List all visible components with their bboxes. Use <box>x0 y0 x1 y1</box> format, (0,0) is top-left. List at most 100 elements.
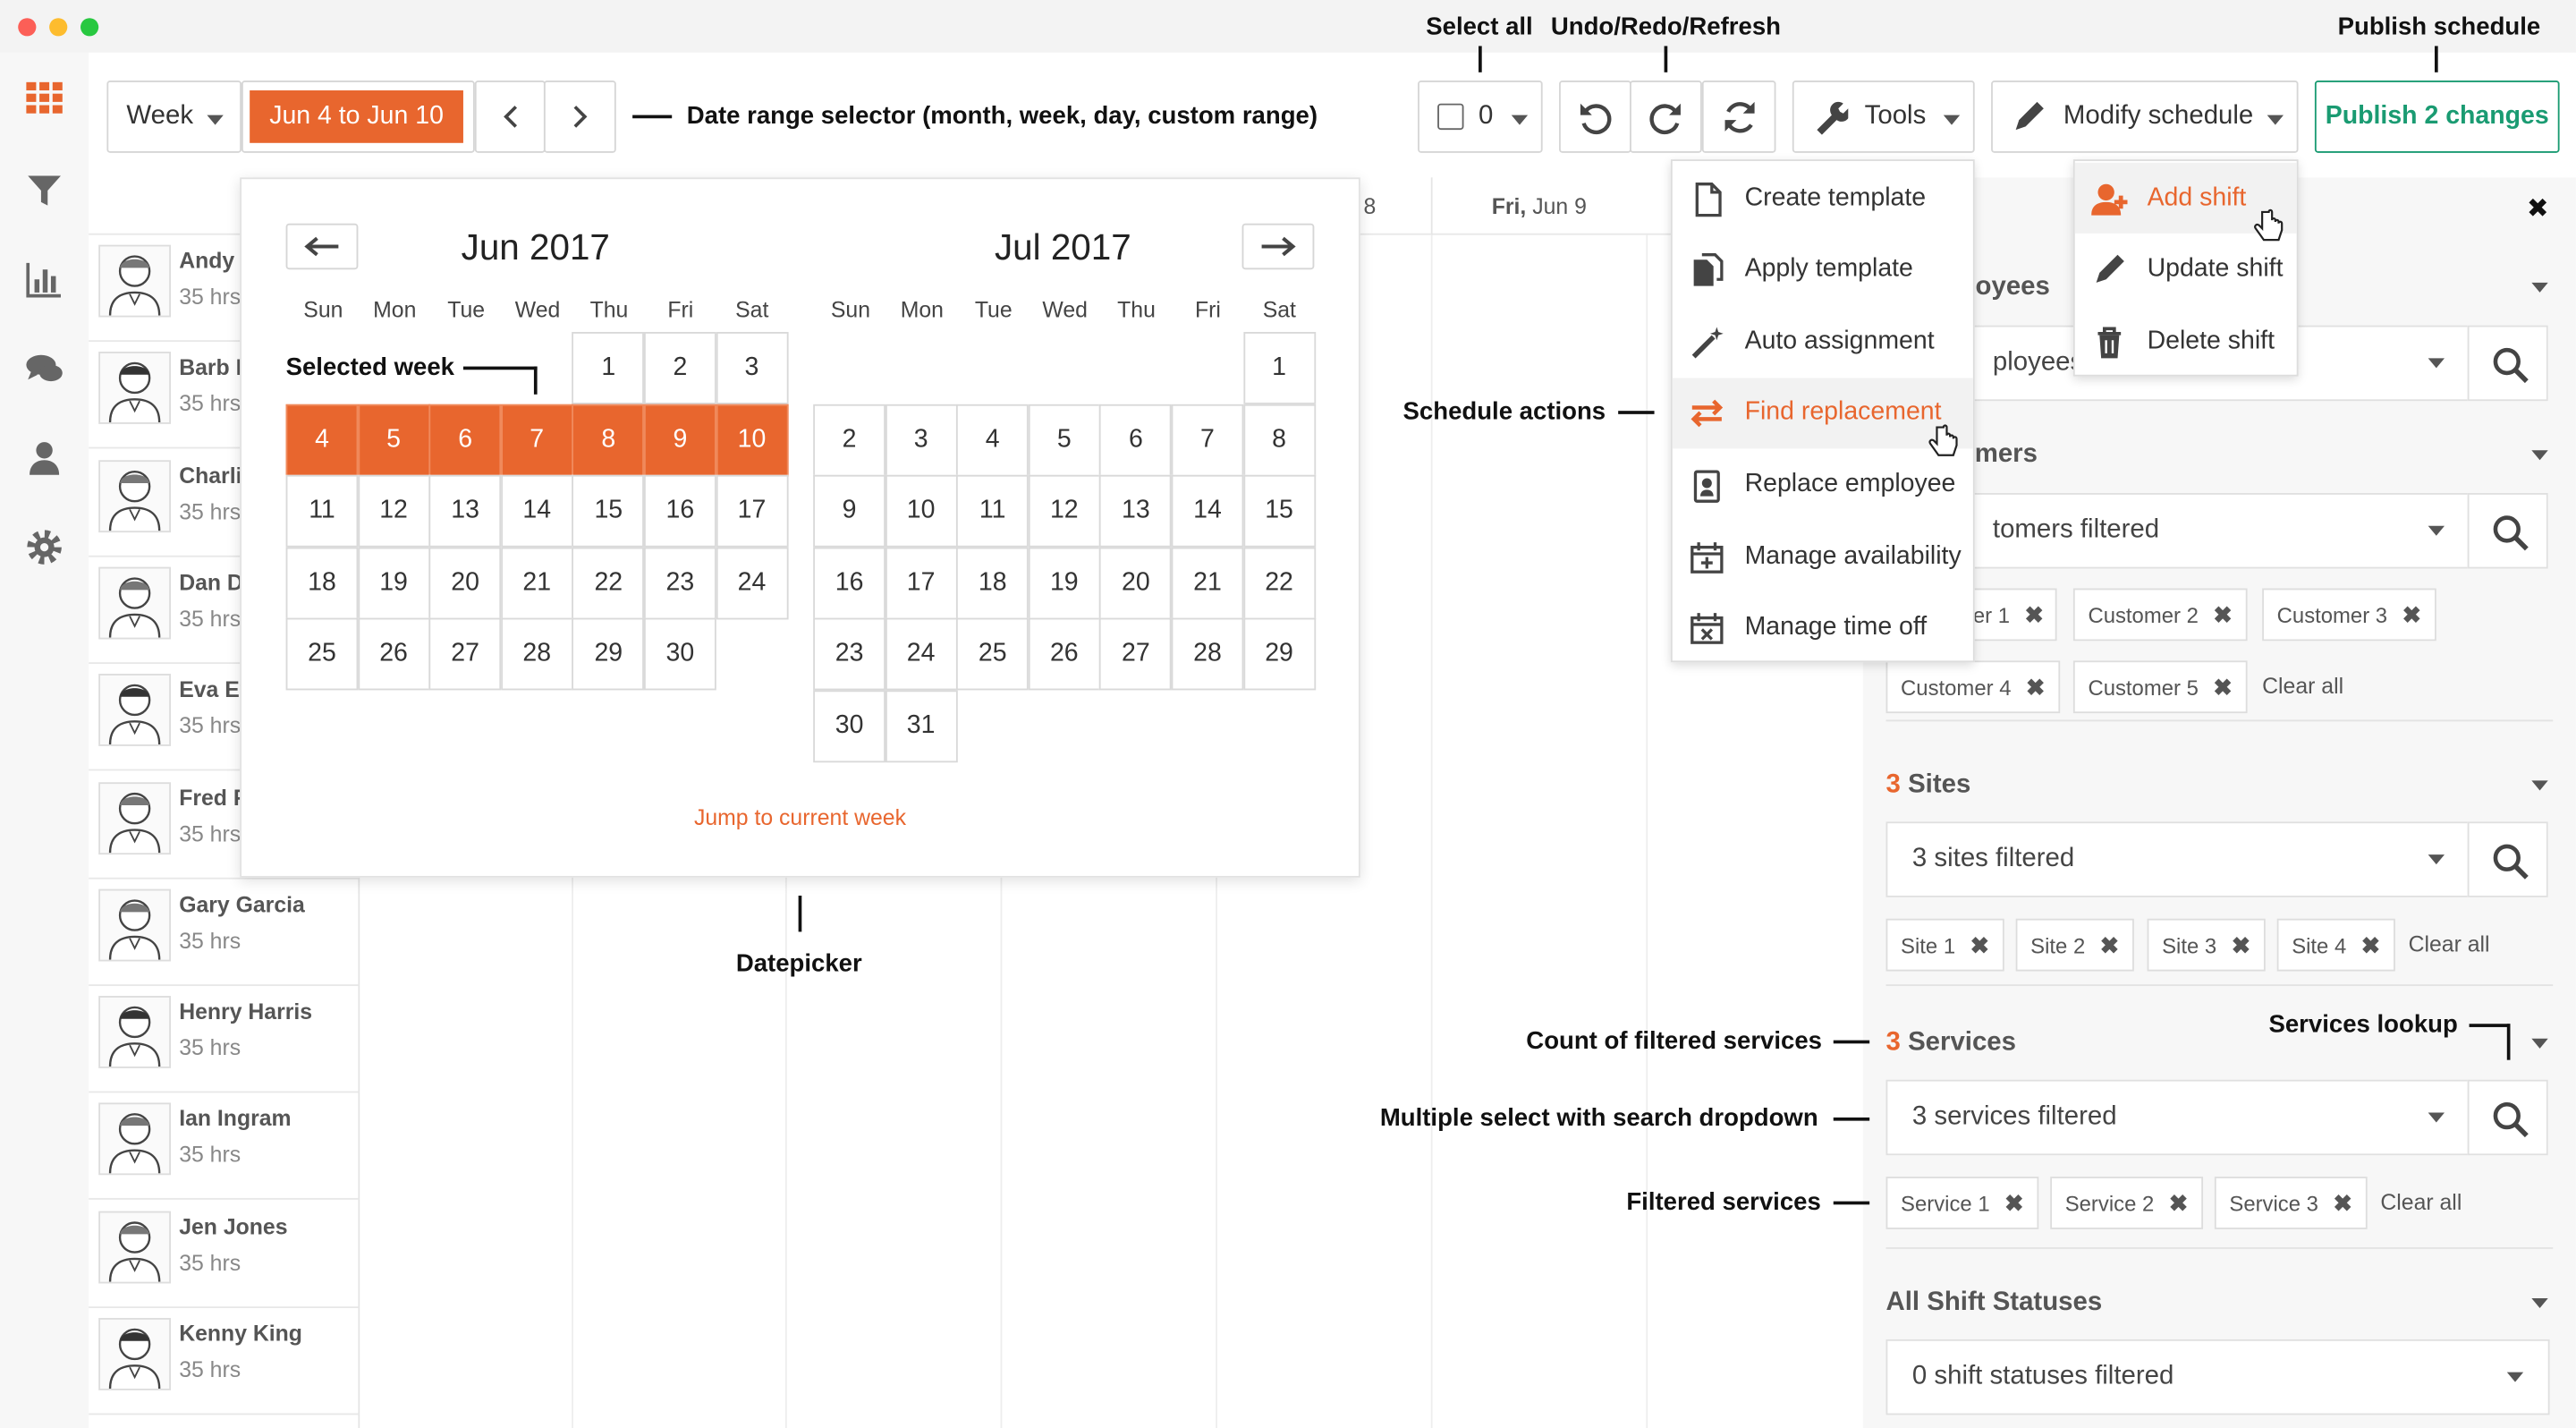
next-range-button[interactable] <box>543 80 616 153</box>
remove-chip-icon[interactable]: ✖ <box>2100 931 2120 958</box>
menu-item-create-template[interactable]: Create template <box>1673 163 1973 234</box>
maximize-window-button[interactable] <box>80 18 99 37</box>
selected-day-cell[interactable]: 4 <box>285 404 359 476</box>
day-cell[interactable]: 28 <box>1171 618 1244 692</box>
day-cell[interactable]: 18 <box>956 547 1030 620</box>
employee-row[interactable]: Gary Garcia 35 hrs <box>89 879 359 986</box>
day-cell[interactable]: 15 <box>572 475 645 548</box>
day-cell[interactable]: 25 <box>956 618 1030 692</box>
day-cell[interactable]: 24 <box>885 618 958 692</box>
undo-button[interactable] <box>1559 80 1631 153</box>
day-cell[interactable]: 2 <box>643 332 716 404</box>
day-cell[interactable]: 17 <box>716 475 788 548</box>
previous-range-button[interactable] <box>474 80 546 153</box>
remove-chip-icon[interactable]: ✖ <box>2402 600 2422 628</box>
day-cell[interactable]: 27 <box>1099 618 1173 692</box>
remove-chip-icon[interactable]: ✖ <box>2004 1189 2024 1217</box>
day-cell[interactable]: 9 <box>813 475 886 548</box>
day-cell[interactable]: 19 <box>357 547 430 620</box>
day-cell[interactable]: 5 <box>1028 404 1101 476</box>
day-cell[interactable]: 14 <box>1171 475 1244 548</box>
remove-chip-icon[interactable]: ✖ <box>2232 931 2251 958</box>
menu-item-auto-assignment[interactable]: Auto assignment <box>1673 306 1973 377</box>
checkbox-icon[interactable] <box>1437 103 1464 131</box>
day-cell[interactable]: 24 <box>716 547 788 620</box>
selected-day-cell[interactable]: 6 <box>428 404 502 476</box>
menu-item-manage-time-off[interactable]: Manage time off <box>1673 592 1973 663</box>
remove-chip-icon[interactable]: ✖ <box>2213 600 2233 628</box>
day-cell[interactable]: 10 <box>885 475 958 548</box>
close-panel-icon[interactable]: ✖ <box>2527 192 2549 225</box>
day-cell[interactable]: 16 <box>643 475 716 548</box>
day-cell[interactable]: 17 <box>885 547 958 620</box>
day-cell[interactable]: 7 <box>1171 404 1244 476</box>
sites-select[interactable]: 3 sites filtered <box>1885 821 2470 897</box>
menu-item-apply-template[interactable]: Apply template <box>1673 234 1973 305</box>
services-select[interactable]: 3 services filtered <box>1885 1079 2470 1156</box>
employees-search-button[interactable] <box>2467 325 2548 402</box>
day-cell[interactable]: 20 <box>1099 547 1173 620</box>
redo-button[interactable] <box>1630 80 1702 153</box>
day-cell[interactable]: 28 <box>500 618 573 692</box>
refresh-button[interactable] <box>1701 80 1776 153</box>
day-cell[interactable]: 26 <box>1028 618 1101 692</box>
day-cell[interactable]: 16 <box>813 547 886 620</box>
day-cell[interactable]: 3 <box>885 404 958 476</box>
remove-chip-icon[interactable]: ✖ <box>1970 931 1990 958</box>
remove-chip-icon[interactable]: ✖ <box>2025 600 2045 628</box>
day-cell[interactable]: 23 <box>643 547 716 620</box>
day-cell[interactable]: 29 <box>1242 618 1316 692</box>
day-cell[interactable]: 1 <box>1242 332 1316 404</box>
day-cell[interactable]: 21 <box>500 547 573 620</box>
day-cell[interactable]: 14 <box>500 475 573 548</box>
remove-chip-icon[interactable]: ✖ <box>2333 1189 2352 1217</box>
day-cell[interactable]: 6 <box>1099 404 1173 476</box>
day-cell[interactable]: 12 <box>357 475 430 548</box>
employee-row[interactable]: Kenny King 35 hrs <box>89 1308 359 1415</box>
date-range-box[interactable]: Jun 4 to Jun 10 <box>241 80 475 153</box>
employee-row[interactable]: Jen Jones 35 hrs <box>89 1201 359 1308</box>
day-cell[interactable]: 23 <box>813 618 886 692</box>
services-search-button[interactable] <box>2467 1079 2548 1156</box>
selected-day-cell[interactable]: 9 <box>643 404 716 476</box>
chevron-down-icon[interactable] <box>2531 282 2548 293</box>
day-cell[interactable]: 11 <box>956 475 1030 548</box>
customers-search-button[interactable] <box>2467 493 2548 569</box>
selected-day-cell[interactable]: 7 <box>500 404 573 476</box>
menu-item-delete-shift[interactable]: Delete shift <box>2075 306 2297 377</box>
day-cell[interactable]: 1 <box>572 332 645 404</box>
select-all-button[interactable]: 0 <box>1418 80 1543 153</box>
day-cell[interactable]: 13 <box>428 475 502 548</box>
employee-row[interactable]: Ian Ingram 35 hrs <box>89 1093 359 1201</box>
remove-chip-icon[interactable]: ✖ <box>2361 931 2381 958</box>
day-cell[interactable]: 19 <box>1028 547 1101 620</box>
grid-apps-icon[interactable] <box>25 79 64 118</box>
day-cell[interactable]: 22 <box>1242 547 1316 620</box>
chat-bubbles-icon[interactable] <box>25 350 64 389</box>
remove-chip-icon[interactable]: ✖ <box>2026 673 2046 701</box>
day-cell[interactable]: 22 <box>572 547 645 620</box>
bar-chart-icon[interactable] <box>25 259 64 299</box>
jump-current-week-link[interactable]: Jump to current week <box>242 805 1359 830</box>
employee-row[interactable]: Henry Harris 35 hrs <box>89 986 359 1093</box>
chevron-down-icon[interactable] <box>2531 450 2548 461</box>
remove-chip-icon[interactable]: ✖ <box>2213 673 2233 701</box>
publish-button[interactable]: Publish 2 changes <box>2314 80 2560 153</box>
selected-day-cell[interactable]: 8 <box>572 404 645 476</box>
day-cell[interactable]: 31 <box>885 690 958 763</box>
chevron-down-icon[interactable] <box>2531 780 2548 791</box>
day-cell[interactable]: 27 <box>428 618 502 692</box>
day-cell[interactable]: 29 <box>572 618 645 692</box>
gear-icon[interactable] <box>25 528 64 567</box>
menu-item-update-shift[interactable]: Update shift <box>2075 234 2297 305</box>
day-cell[interactable]: 26 <box>357 618 430 692</box>
day-cell[interactable]: 2 <box>813 404 886 476</box>
modify-schedule-button[interactable]: Modify schedule <box>1991 80 2299 153</box>
day-cell[interactable]: 4 <box>956 404 1030 476</box>
day-cell[interactable]: 8 <box>1242 404 1316 476</box>
day-cell[interactable]: 15 <box>1242 475 1316 548</box>
minimize-window-button[interactable] <box>49 18 68 37</box>
chevron-down-icon[interactable] <box>2531 1297 2548 1309</box>
filter-icon[interactable] <box>25 171 64 210</box>
day-cell[interactable]: 18 <box>285 547 359 620</box>
